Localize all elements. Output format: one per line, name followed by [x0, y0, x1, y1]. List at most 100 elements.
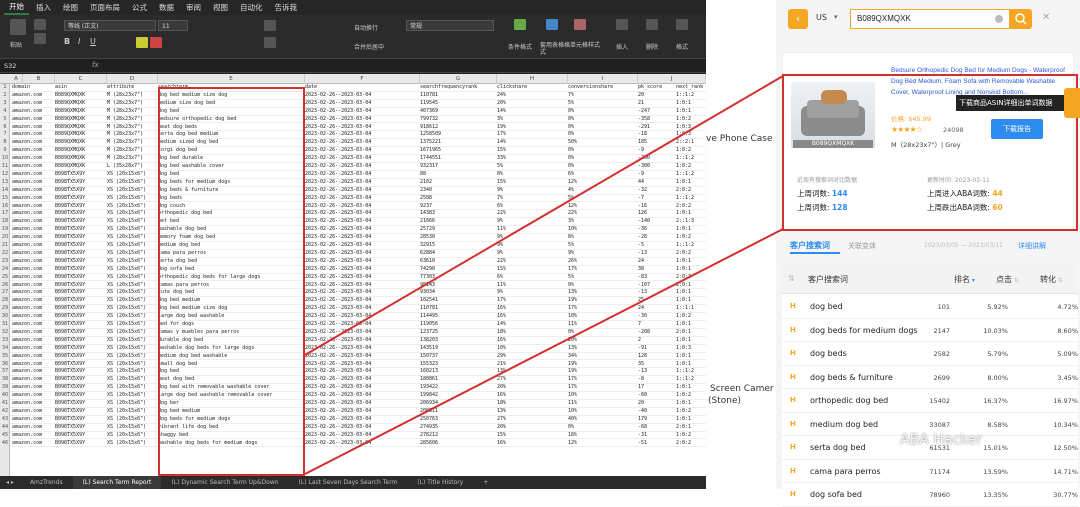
cell[interactable]: 5% [497, 163, 567, 171]
italic-icon[interactable]: I [78, 37, 80, 46]
cell[interactable]: 90143 [420, 282, 496, 290]
col-click[interactable]: 点击 ⇅ [996, 274, 1019, 285]
cell[interactable]: 2023-02-26--2023-03-04 [305, 108, 419, 116]
cell[interactable]: B098TX5X9Y [55, 432, 106, 440]
keyword-row[interactable]: Hcama para perros 71174 13.59% 14.71% [782, 460, 1078, 483]
cell[interactable]: 1:0:1 [676, 384, 706, 392]
cell[interactable]: M (28x23x7") [107, 124, 157, 132]
cell[interactable]: amazon.com [12, 297, 54, 305]
clear-icon[interactable] [995, 15, 1003, 23]
keyword-row[interactable]: Hdog bed 101 5.92% 4.72% [782, 295, 1078, 319]
cell[interactable]: 16% [497, 313, 567, 321]
row-number[interactable]: 4 [0, 108, 10, 116]
cell[interactable]: 63610 [420, 258, 496, 266]
cell[interactable]: B098TX5X9Y [55, 416, 106, 424]
cell[interactable]: B089QXMQXK [55, 163, 106, 171]
cell[interactable]: 0% [568, 116, 638, 124]
cell[interactable]: 62884 [420, 250, 496, 258]
cell[interactable]: B098TX5X9Y [55, 408, 106, 416]
row-number[interactable]: 5 [0, 116, 10, 124]
col-conversion[interactable]: 转化 ⇅ [1040, 274, 1063, 285]
cell[interactable]: 16% [497, 337, 567, 345]
cell[interactable]: -83 [638, 274, 674, 282]
cell[interactable]: 3% [568, 218, 638, 226]
cell[interactable]: 2023-02-26--2023-03-04 [305, 131, 419, 139]
cell[interactable]: M (28x23x7") [107, 116, 157, 124]
cell[interactable]: 1:0:3 [676, 124, 706, 132]
row-number[interactable]: 36 [0, 361, 10, 369]
cell[interactable]: 2023-02-26--2023-03-04 [305, 345, 419, 353]
cell[interactable]: 932317 [420, 163, 496, 171]
cell[interactable]: amazon.com [12, 195, 54, 203]
cell[interactable]: 14% [497, 139, 567, 147]
cell[interactable]: B098TX5X9Y [55, 337, 106, 345]
cell[interactable]: -107 [638, 282, 674, 290]
cell[interactable]: 2023-02-26--2023-03-04 [305, 100, 419, 108]
cell[interactable]: B098TX5X9Y [55, 242, 106, 250]
cell[interactable]: 138203 [420, 337, 496, 345]
cell[interactable]: 3% [497, 116, 567, 124]
format-button[interactable]: 格式 [676, 42, 688, 51]
sheet-nav-icon[interactable]: ◂ ▸ [0, 476, 20, 489]
cell[interactable]: amazon.com [12, 242, 54, 250]
cell[interactable]: -140 [638, 218, 674, 226]
cell[interactable]: amazon.com [12, 321, 54, 329]
cell[interactable]: 2023-02-26--2023-03-04 [305, 368, 419, 376]
cell[interactable]: 1:0:1 [676, 321, 706, 329]
cell[interactable]: 93034 [420, 289, 496, 297]
cell[interactable]: 2023-02-26--2023-03-04 [305, 353, 419, 361]
cell[interactable]: B089QXMQXK [55, 147, 106, 155]
cell[interactable]: B098TX5X9Y [55, 305, 106, 313]
cell[interactable]: 0% [568, 329, 638, 337]
cell[interactable]: 0% [568, 282, 638, 290]
column-header[interactable]: E [158, 74, 305, 84]
cell[interactable]: 2023-02-26--2023-03-04 [305, 171, 419, 179]
cell[interactable]: XS (20x15x6") [107, 289, 157, 297]
cell[interactable]: 21% [497, 361, 567, 369]
cell[interactable]: amazon.com [12, 258, 54, 266]
cell[interactable]: 2:0:1 [676, 329, 706, 337]
row-number[interactable]: 27 [0, 289, 10, 297]
cell[interactable]: B098TX5X9Y [55, 361, 106, 369]
wrap-text-button[interactable]: 自动换行 [354, 23, 378, 32]
function-icon[interactable]: fx [92, 61, 99, 69]
row-number[interactable]: 17 [0, 210, 10, 218]
cell[interactable]: amazon.com [12, 266, 54, 274]
menu-tab[interactable]: 页面布局 [85, 1, 125, 14]
cell[interactable]: M (28x23x7") [107, 131, 157, 139]
cell[interactable]: B089QXMQXK [55, 124, 106, 132]
cell[interactable]: B098TX5X9Y [55, 171, 106, 179]
cell[interactable]: B098TX5X9Y [55, 187, 106, 195]
detail-link[interactable]: 详细讲解 [1018, 241, 1046, 251]
cell[interactable]: 25729 [420, 226, 496, 234]
cell[interactable]: XS (20x15x6") [107, 321, 157, 329]
cell[interactable]: 11% [568, 321, 638, 329]
cell[interactable]: 33% [497, 155, 567, 163]
cell[interactable]: 179 [638, 416, 674, 424]
sheet-tab[interactable]: (L) Last Seven Days Search Term [289, 476, 408, 489]
cell[interactable]: amazon.com [12, 250, 54, 258]
cell[interactable]: 74290 [420, 266, 496, 274]
cell[interactable]: 155323 [420, 361, 496, 369]
cell[interactable]: B089QXMQXK [55, 100, 106, 108]
cell[interactable]: amazon.com [12, 100, 54, 108]
menu-tab[interactable]: 告诉我 [270, 1, 303, 14]
cell[interactable]: 2023-02-26--2023-03-04 [305, 440, 419, 448]
cell[interactable]: 1:0:1 [676, 100, 706, 108]
cell[interactable]: 278212 [420, 432, 496, 440]
cell[interactable]: XS (20x15x6") [107, 171, 157, 179]
column-header[interactable]: B [23, 74, 55, 84]
cell[interactable]: amazon.com [12, 361, 54, 369]
cell[interactable]: B098TX5X9Y [55, 329, 106, 337]
cell[interactable]: amazon.com [12, 92, 54, 100]
cell[interactable]: 8% [568, 234, 638, 242]
cell[interactable]: 11% [497, 282, 567, 290]
cell[interactable]: 114495 [420, 313, 496, 321]
cell[interactable]: 9% [497, 218, 567, 226]
cell[interactable]: 32915 [420, 242, 496, 250]
cell[interactable]: amazon.com [12, 171, 54, 179]
cell[interactable]: 1::1:2 [676, 92, 706, 100]
cell[interactable]: XS (20x15x6") [107, 329, 157, 337]
cell[interactable]: B098TX5X9Y [55, 203, 106, 211]
cell[interactable]: 2023-02-26--2023-03-04 [305, 124, 419, 132]
